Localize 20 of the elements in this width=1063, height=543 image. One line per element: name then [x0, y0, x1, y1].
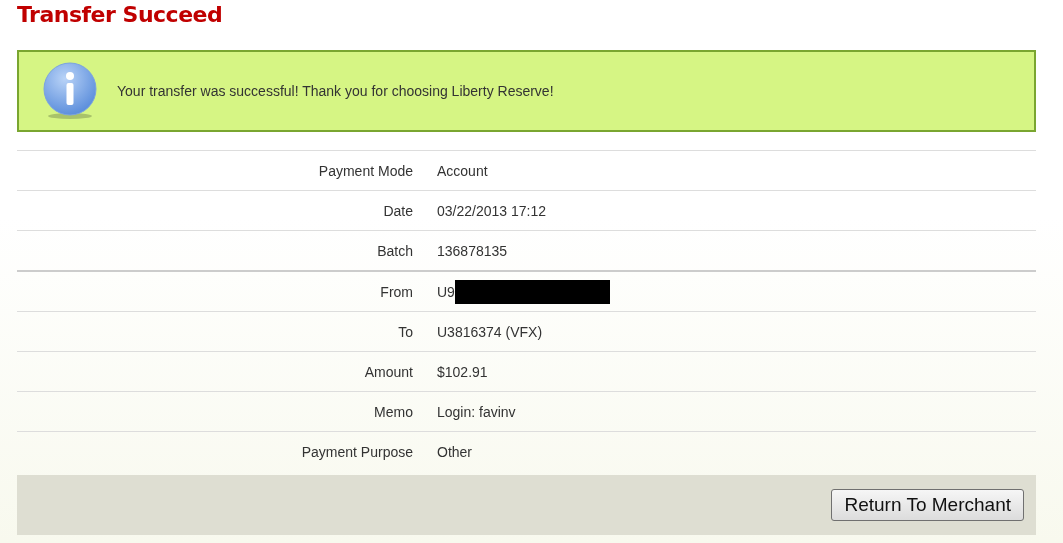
field-value: Login: favinv: [437, 403, 516, 420]
field-label: From: [380, 283, 413, 300]
return-to-merchant-button[interactable]: Return To Merchant: [831, 489, 1024, 521]
field-value: U3816374 (VFX): [437, 323, 543, 340]
field-label: Payment Purpose: [301, 443, 413, 460]
success-message: Your transfer was successful! Thank you for choosing Liberty Reserve!: [117, 83, 554, 99]
field-value: Other: [437, 443, 472, 460]
info-icon: [41, 62, 99, 120]
field-value: Account: [437, 162, 488, 179]
field-label: Batch: [377, 242, 413, 259]
field-value: 03/22/2013 17:12: [437, 202, 546, 219]
field-value: $102.91: [437, 363, 488, 380]
page-title: Transfer Succeed: [17, 1, 224, 29]
field-value: 136878135: [437, 242, 508, 259]
field-label: Memo: [374, 403, 413, 420]
field-label: Date: [383, 202, 413, 219]
field-value: U9: [437, 283, 455, 300]
field-label: To: [398, 323, 413, 340]
field-label: Payment Mode: [318, 162, 413, 179]
field-label: Amount: [364, 363, 413, 380]
